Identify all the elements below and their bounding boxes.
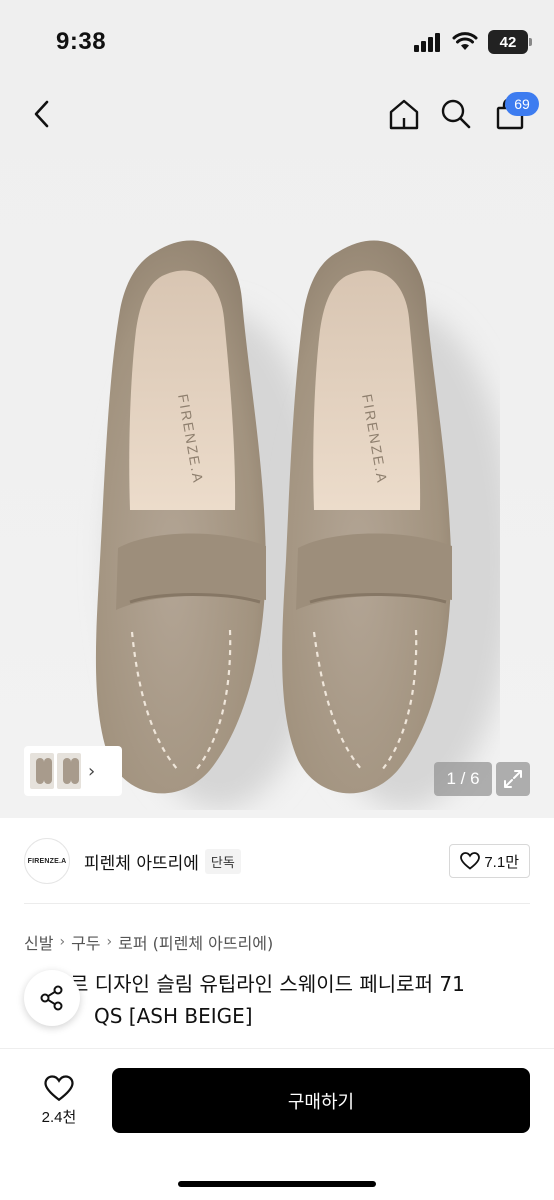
signal-icon — [414, 33, 440, 52]
chevron-right-icon: › — [106, 934, 113, 950]
brand-like-button[interactable]: 7.1만 — [449, 844, 530, 878]
status-icons: 42 — [414, 30, 532, 54]
status-time: 9:38 — [56, 28, 107, 55]
share-icon — [40, 985, 63, 1011]
product-title: 르 디자인 슬림 유팁라인 스웨이드 페니로퍼 71 QS [ASH BEIGE… — [24, 968, 530, 1032]
brand-logo[interactable]: FIRENZE.A — [24, 838, 70, 884]
buy-button[interactable]: 구매하기 — [112, 1068, 530, 1133]
thumbnail-strip[interactable]: › — [24, 746, 122, 796]
thumbnail-image[interactable] — [57, 753, 81, 789]
breadcrumb-item[interactable]: 로퍼 (피렌체 아뜨리에) — [118, 930, 273, 954]
wishlist-button[interactable]: 2.4천 — [24, 1069, 94, 1133]
wishlist-count: 2.4천 — [41, 1109, 77, 1126]
product-image: FIRENZE.A FIRENZE.A — [95, 240, 500, 810]
breadcrumb-item[interactable]: 신발 — [24, 930, 53, 954]
thumbnail-image[interactable] — [30, 753, 54, 789]
chevron-right-icon: › — [88, 760, 96, 782]
product-title-line2: QS [ASH BEIGE] — [94, 1004, 253, 1028]
chevron-right-icon: › — [59, 934, 66, 950]
brand-like-count: 7.1만 — [484, 853, 519, 871]
home-indicator — [178, 1181, 376, 1187]
bottom-action-bar: 2.4천 구매하기 — [0, 1048, 554, 1200]
product-title-line1: 르 디자인 슬림 유팁라인 스웨이드 페니로퍼 71 — [70, 972, 465, 996]
search-icon — [441, 99, 471, 129]
brand-name[interactable]: 피렌체 아뜨리에 — [84, 849, 199, 874]
expand-icon — [504, 770, 522, 788]
share-button[interactable] — [24, 970, 80, 1026]
brand-row: FIRENZE.A 피렌체 아뜨리에 단독 7.1만 — [24, 838, 530, 884]
breadcrumb: 신발 › 구두 › 로퍼 (피렌체 아뜨리에) — [24, 930, 273, 954]
exclusive-badge: 단독 — [204, 848, 241, 874]
home-button[interactable] — [384, 92, 424, 136]
breadcrumb-item[interactable]: 구두 — [71, 930, 100, 954]
status-bar: 9:38 42 — [0, 0, 554, 80]
home-icon — [389, 99, 419, 130]
heart-icon — [44, 1075, 74, 1102]
brand-logo-text: FIRENZE.A — [27, 857, 67, 865]
heart-icon — [460, 852, 481, 870]
product-gallery[interactable]: FIRENZE.A FIRENZE.A › 1 / 6 — [0, 80, 554, 818]
search-button[interactable] — [436, 92, 476, 136]
battery-level: 42 — [499, 33, 517, 51]
page-indicator: 1 / 6 — [434, 762, 492, 796]
back-button[interactable] — [22, 94, 62, 134]
battery-icon: 42 — [488, 30, 532, 54]
chevron-left-icon — [34, 100, 49, 128]
divider — [24, 903, 530, 904]
cart-count-badge: 69 — [505, 92, 539, 116]
wifi-icon — [452, 32, 478, 50]
expand-button[interactable] — [496, 762, 530, 796]
